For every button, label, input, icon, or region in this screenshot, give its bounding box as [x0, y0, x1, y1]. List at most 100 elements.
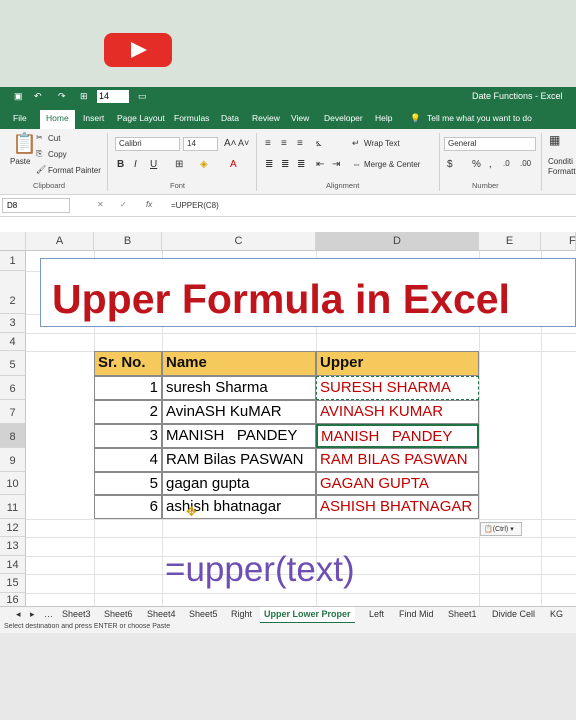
select-all-corner[interactable]	[0, 232, 26, 251]
table-cell-name[interactable]: AvinASH KuMAR	[162, 400, 316, 424]
tab-file[interactable]: File	[13, 113, 27, 123]
sheet-tab[interactable]: Find Mid	[399, 609, 434, 619]
row-header-7[interactable]: 7	[0, 400, 26, 424]
sheet-tab[interactable]: Sheet6	[104, 609, 133, 619]
row-header-15[interactable]: 15	[0, 574, 26, 593]
formula-input[interactable]: =UPPER(C8)	[171, 201, 219, 210]
table-cell-upper[interactable]: SURESH SHARMA	[316, 376, 479, 400]
table-cell-sr[interactable]: 3	[94, 424, 162, 448]
table-cell-name[interactable]: gagan gupta	[162, 472, 316, 495]
wrap-text-button[interactable]: Wrap Text	[364, 139, 400, 148]
sheet-tab[interactable]: Sheet1	[448, 609, 477, 619]
column-header-f[interactable]: F	[541, 232, 576, 251]
row-header-10[interactable]: 10	[0, 472, 26, 495]
number-format-box[interactable]: General	[444, 137, 536, 151]
increase-indent-icon[interactable]: ⇥	[332, 159, 340, 170]
name-box[interactable]: D8	[2, 198, 70, 213]
tab-insert[interactable]: Insert	[83, 113, 104, 123]
align-middle-icon[interactable]: ≡	[281, 138, 287, 149]
format-painter-button[interactable]: Format Painter	[48, 166, 101, 175]
table-cell-upper[interactable]: RAM BILAS PASWAN	[316, 448, 479, 472]
paste-button[interactable]: Paste	[10, 157, 30, 166]
fill-color-icon[interactable]: ◈	[200, 159, 208, 170]
cut-icon[interactable]: ✂	[36, 133, 43, 142]
font-size-box[interactable]: 14	[183, 137, 218, 151]
table-cell-sr[interactable]: 2	[94, 400, 162, 424]
table-cell-upper-selected[interactable]: MANISH PANDEY	[316, 424, 479, 448]
orientation-icon[interactable]: ⦩	[316, 138, 322, 149]
table-cell-sr[interactable]: 5	[94, 472, 162, 495]
table-cell-name[interactable]: RAM Bilas PASWAN	[162, 448, 316, 472]
sheet-tab-active[interactable]: Upper Lower Proper	[260, 607, 355, 624]
tab-view[interactable]: View	[291, 113, 309, 123]
tab-developer[interactable]: Developer	[324, 113, 363, 123]
table-cell-upper[interactable]: GAGAN GUPTA	[316, 472, 479, 495]
paste-options-button[interactable]: 📋(Ctrl) ▾	[480, 522, 522, 536]
row-header-1[interactable]: 1	[0, 251, 26, 271]
table-cell-sr[interactable]: 4	[94, 448, 162, 472]
tab-formulas[interactable]: Formulas	[174, 113, 209, 123]
wrap-text-icon[interactable]: ↵	[352, 138, 360, 149]
sheet-tab[interactable]: Sheet4	[147, 609, 176, 619]
touch-mode-icon[interactable]: ⊞	[80, 91, 88, 102]
redo-icon[interactable]: ↷	[58, 91, 66, 102]
merge-center-icon[interactable]: ⇔	[352, 159, 361, 169]
cancel-icon[interactable]: ✕	[97, 200, 104, 209]
currency-icon[interactable]: $	[447, 159, 453, 170]
increase-decimal-icon[interactable]: .0	[503, 159, 510, 168]
grow-font-icon[interactable]: A˄	[224, 138, 237, 149]
align-left-icon[interactable]: ≣	[265, 159, 273, 170]
row-header-11[interactable]: 11	[0, 495, 26, 519]
shrink-font-icon[interactable]: A˅	[238, 138, 249, 148]
row-header-8[interactable]: 8	[0, 424, 26, 448]
row-header-3[interactable]: 3	[0, 314, 26, 333]
qat-font-size-box[interactable]: 14	[97, 90, 129, 103]
column-header-b[interactable]: B	[94, 232, 162, 251]
enter-icon[interactable]: ✓	[120, 200, 127, 209]
column-header-c[interactable]: C	[162, 232, 316, 251]
more-sheets-icon[interactable]: …	[44, 609, 53, 619]
decrease-decimal-icon[interactable]: .00	[520, 159, 531, 168]
cut-button[interactable]: Cut	[48, 134, 60, 143]
row-header-13[interactable]: 13	[0, 537, 26, 556]
row-header-2[interactable]: 2	[0, 271, 26, 314]
table-cell-sr[interactable]: 1	[94, 376, 162, 400]
save-icon[interactable]: ▣	[14, 91, 23, 102]
scroll-left-icon[interactable]: ◂	[16, 609, 21, 620]
align-center-icon[interactable]: ≣	[281, 159, 289, 170]
conditional-formatting-button[interactable]: Conditi Formatt	[548, 157, 576, 177]
conditional-formatting-icon[interactable]: ▦	[549, 133, 560, 147]
align-top-icon[interactable]: ≡	[265, 138, 271, 149]
borders-icon[interactable]: ⊞	[175, 159, 183, 170]
tab-data[interactable]: Data	[221, 113, 239, 123]
sheet-tab[interactable]: Left	[369, 609, 384, 619]
column-header-a[interactable]: A	[26, 232, 94, 251]
row-header-14[interactable]: 14	[0, 556, 26, 574]
sheet-tab[interactable]: Right	[231, 609, 252, 619]
align-bottom-icon[interactable]: ≡	[297, 138, 303, 149]
decrease-indent-icon[interactable]: ⇤	[316, 159, 324, 170]
column-header-e[interactable]: E	[479, 232, 541, 251]
row-header-4[interactable]: 4	[0, 333, 26, 351]
row-header-12[interactable]: 12	[0, 519, 26, 537]
font-name-box[interactable]: Calibri	[115, 137, 180, 151]
sheet-tab[interactable]: Divide Cell	[492, 609, 535, 619]
header-sr-no[interactable]: Sr. No.	[94, 351, 162, 376]
header-upper[interactable]: Upper	[316, 351, 479, 376]
sheet-tab[interactable]: Sheet3	[62, 609, 91, 619]
table-cell-name[interactable]: suresh Sharma	[162, 376, 316, 400]
percent-icon[interactable]: %	[472, 159, 481, 170]
tell-me-search[interactable]: Tell me what you want to do	[427, 113, 532, 123]
sheet-tab[interactable]: Sheet5	[189, 609, 218, 619]
header-name[interactable]: Name	[162, 351, 316, 376]
table-cell-upper[interactable]: AVINASH KUMAR	[316, 400, 479, 424]
format-painter-icon[interactable]: 🖌	[36, 165, 46, 174]
row-header-6[interactable]: 6	[0, 376, 26, 400]
tab-help[interactable]: Help	[375, 113, 392, 123]
row-header-5[interactable]: 5	[0, 351, 26, 376]
tab-home[interactable]: Home	[40, 110, 75, 129]
underline-icon[interactable]: U	[150, 159, 157, 170]
tab-review[interactable]: Review	[252, 113, 280, 123]
comment-icon[interactable]: ▭	[138, 91, 147, 102]
table-cell-sr[interactable]: 6	[94, 495, 162, 519]
